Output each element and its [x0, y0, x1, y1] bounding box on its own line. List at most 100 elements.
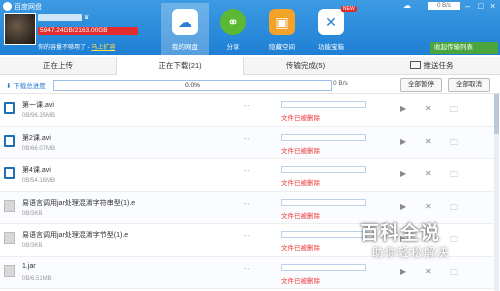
- download-row[interactable]: 第4课.avi 0B/54.16MB -- 文件已被删除 ▶ ✕ 🗀: [0, 159, 496, 192]
- total-progress-label: ⬇ 下载总进度: [6, 83, 46, 90]
- new-badge: NEW: [341, 6, 357, 12]
- tab-push-tasks[interactable]: 推送任务: [369, 57, 494, 74]
- collapse-transfer-button[interactable]: 收起传输列表: [430, 42, 498, 54]
- app-title: 百度网盘: [14, 4, 42, 11]
- quota-text: 5947.24GB/2163.00GB: [40, 27, 108, 34]
- top-speed: 0 B/s: [428, 2, 460, 10]
- cloud-drive-icon: ☁: [172, 9, 198, 35]
- resume-icon[interactable]: ▶: [400, 137, 406, 146]
- file-size: 0B/3KB: [22, 210, 43, 217]
- maximize-icon[interactable]: □: [478, 1, 483, 11]
- nav-hidden-space[interactable]: ▣ 隐藏空间: [258, 3, 306, 55]
- file-name: 易语言调用jar处理混淆字符串型(1).e: [22, 199, 136, 207]
- file-progress-bar: [281, 101, 366, 108]
- watermark-subtitle: 助你轻松解决: [372, 247, 450, 259]
- watermark: 百科全说 助你轻松解决: [360, 218, 480, 268]
- nav-label: 隐藏空间: [269, 44, 295, 51]
- folder-icon[interactable]: 🗀: [450, 137, 458, 151]
- file-size: 0B/54.16MB: [22, 178, 56, 184]
- download-row[interactable]: 第一课.avi 0B/96.35MB -- 文件已被删除 ▶ ✕ 🗀: [0, 94, 496, 127]
- video-file-icon: [4, 167, 15, 179]
- nav-label: 功能宝箱: [318, 44, 344, 51]
- document-file-icon: [4, 199, 15, 212]
- download-row[interactable]: 第2课.avi 0B/66.07MB -- 文件已被删除 ▶ ✕ 🗀: [0, 126, 496, 159]
- scroll-thumb[interactable]: [494, 94, 499, 134]
- file-size: 0B/6.51MB: [22, 275, 52, 282]
- file-status: 文件已被删除: [281, 115, 320, 122]
- file-status: 文件已被删除: [281, 212, 320, 220]
- file-size: 0B/96.35MB: [22, 113, 56, 119]
- file-speed: --: [244, 233, 251, 240]
- nav-share[interactable]: ⚭ 分享: [209, 3, 257, 55]
- total-speed: 0 B/s: [333, 80, 348, 87]
- file-status: 文件已被删除: [281, 245, 320, 252]
- delete-icon[interactable]: ✕: [425, 137, 432, 146]
- transfer-cloud-icon[interactable]: ☁: [403, 1, 411, 10]
- tab-label: 推送任务: [423, 61, 454, 70]
- upgrade-link[interactable]: 马上扩容: [91, 45, 115, 51]
- cancel-all-button[interactable]: 全部取消: [448, 78, 490, 92]
- document-file-icon: [4, 232, 15, 244]
- minimize-icon[interactable]: –: [465, 1, 470, 11]
- folder-icon[interactable]: 🗀: [450, 202, 458, 216]
- push-task-icon: [409, 61, 421, 69]
- folder-icon[interactable]: 🗀: [450, 267, 458, 281]
- quota-bar: 5947.24GB/2163.00GB: [38, 27, 138, 35]
- resume-icon[interactable]: ▶: [400, 104, 406, 113]
- nav-toolbox[interactable]: ✕ NEW 功能宝箱: [307, 3, 357, 55]
- resume-icon[interactable]: ▶: [400, 169, 406, 178]
- capacity-warning: 你的容量不够用了 -: [38, 45, 90, 51]
- file-progress-bar: [281, 263, 366, 271]
- resume-icon[interactable]: ▶: [400, 202, 406, 211]
- tab-label: 正在上传: [43, 61, 73, 70]
- toolbox-icon: ✕: [318, 9, 344, 35]
- file-progress-bar: [281, 198, 366, 206]
- file-size: 0B/66.07MB: [22, 145, 56, 152]
- file-name: 易语言调用jar处理混淆字节型(1).e: [22, 232, 129, 239]
- file-name: 第一课.avi: [22, 102, 54, 109]
- tab-uploading[interactable]: 正在上传: [0, 57, 116, 74]
- folder-icon[interactable]: 🗀: [450, 169, 458, 183]
- file-name: 第2课.avi: [22, 134, 51, 142]
- file-name: 1.jar: [22, 262, 36, 270]
- tab-completed[interactable]: 传输完成(5): [243, 57, 368, 74]
- delete-icon[interactable]: ✕: [425, 169, 432, 178]
- pause-all-button[interactable]: 全部暂停: [400, 78, 442, 92]
- tab-label: 传输完成(5): [285, 61, 326, 70]
- video-file-icon: [4, 134, 15, 147]
- nav-label: 我的网盘: [172, 44, 198, 51]
- file-progress-bar: [281, 231, 366, 238]
- file-size: 0B/3KB: [22, 243, 43, 249]
- hidden-space-icon: ▣: [269, 9, 295, 35]
- total-percent: 0.0%: [185, 82, 200, 89]
- file-speed: --: [244, 200, 251, 208]
- tab-downloading[interactable]: 正在下载(21): [116, 57, 244, 75]
- total-progress-bar: 0.0%: [53, 80, 332, 91]
- watermark-title: 百科全说: [360, 223, 441, 244]
- file-speed: --: [244, 265, 251, 273]
- file-status: 文件已被删除: [281, 180, 320, 187]
- video-file-icon: [4, 102, 15, 114]
- collapse-transfer-label: 收起传输列表: [434, 44, 473, 51]
- folder-icon[interactable]: 🗀: [450, 104, 458, 118]
- nav-my-drive[interactable]: ☁ 我的网盘: [161, 3, 209, 55]
- scrollbar[interactable]: [494, 94, 499, 291]
- file-speed: --: [244, 168, 251, 175]
- file-progress-bar: [281, 133, 366, 141]
- header: 百度网盘 ♛ 5947.24GB/2163.00GB 你的容量不够用了 - 马上…: [0, 0, 500, 55]
- nav-label: 分享: [226, 44, 240, 51]
- download-toolbar: ⬇ 下载总进度 0.0% 0 B/s 全部暂停 全部取消: [0, 76, 500, 94]
- avatar[interactable]: [4, 13, 36, 45]
- file-speed: --: [244, 103, 251, 110]
- vip-crown-icon: ♛: [84, 15, 90, 21]
- document-file-icon: [4, 264, 15, 277]
- file-status: 文件已被删除: [281, 277, 320, 285]
- file-status: 文件已被删除: [281, 147, 320, 155]
- close-icon[interactable]: ×: [490, 1, 495, 11]
- share-icon: ⚭: [220, 9, 246, 35]
- file-name: 第4课.avi: [22, 167, 51, 174]
- baidu-cloud-logo-icon: [3, 2, 12, 11]
- delete-icon[interactable]: ✕: [425, 104, 432, 113]
- file-progress-bar: [281, 166, 366, 173]
- delete-icon[interactable]: ✕: [425, 202, 432, 211]
